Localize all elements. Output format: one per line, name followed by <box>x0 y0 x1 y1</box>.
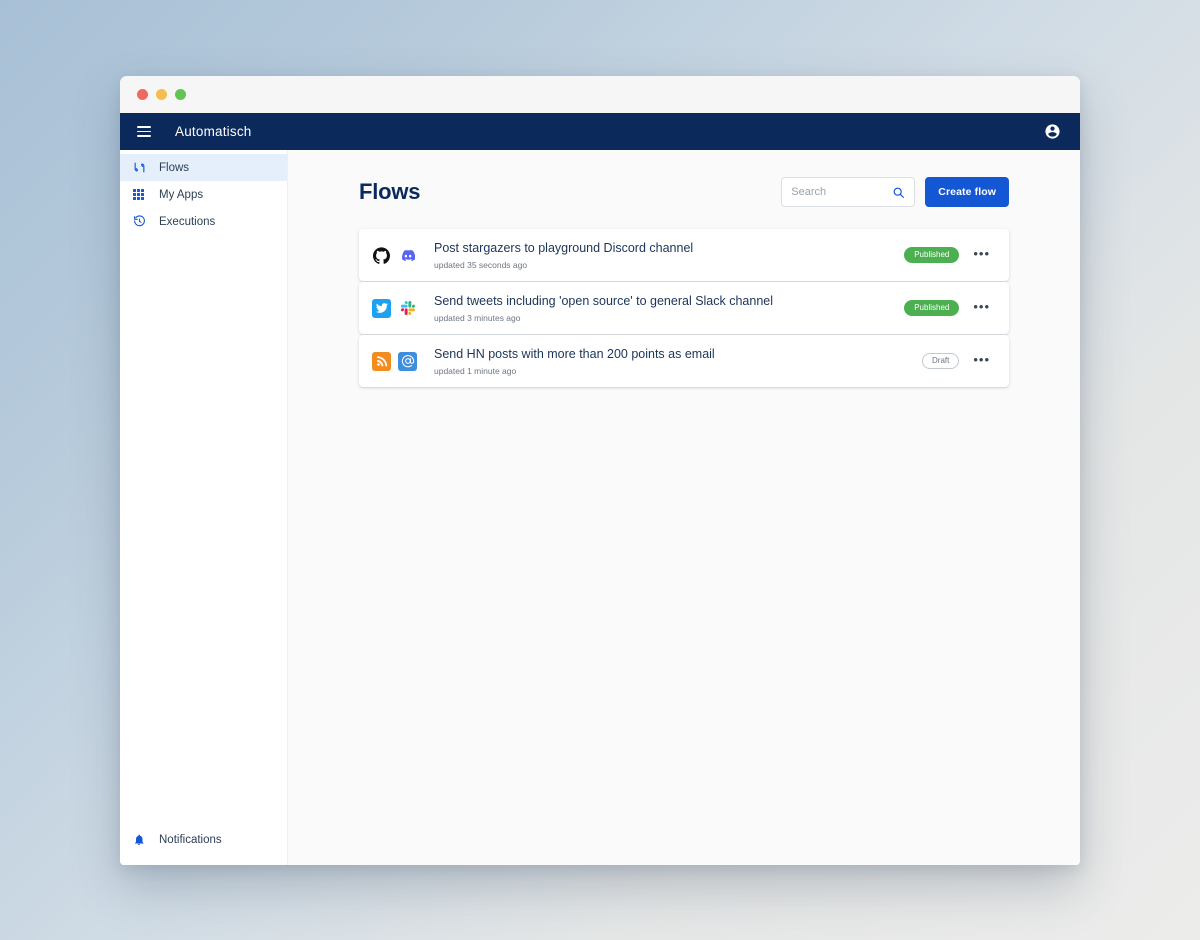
history-clock-icon <box>133 215 151 228</box>
search-input[interactable] <box>791 186 892 198</box>
search-icon[interactable] <box>892 186 905 199</box>
sidebar-nav-list: Flows My Apps <box>120 154 287 826</box>
sidebar-item-label: Executions <box>159 216 215 228</box>
main-content: Flows Create flow <box>288 150 1080 865</box>
status-badge: Draft <box>922 353 959 370</box>
app-title: Automatisch <box>175 124 251 139</box>
search-box[interactable] <box>781 177 915 207</box>
window-minimize-button[interactable] <box>156 89 167 100</box>
more-options-icon[interactable]: ••• <box>973 300 990 317</box>
create-flow-button[interactable]: Create flow <box>925 177 1009 207</box>
flow-text-block: Send HN posts with more than 200 points … <box>434 346 922 376</box>
window-titlebar <box>120 76 1080 113</box>
sidebar-item-label: Notifications <box>159 834 222 846</box>
app-window: Automatisch <box>120 76 1080 865</box>
flow-list-item[interactable]: Send tweets including 'open source' to g… <box>359 282 1009 334</box>
flow-updated-time: updated 1 minute ago <box>434 366 922 376</box>
discord-icon <box>398 246 417 265</box>
sidebar-item-my-apps[interactable]: My Apps <box>120 181 287 208</box>
flow-list: Post stargazers to playground Discord ch… <box>359 229 1009 387</box>
more-options-icon[interactable]: ••• <box>973 247 990 264</box>
app-body: Flows My Apps <box>120 150 1080 865</box>
sidebar-item-label: Flows <box>159 162 189 174</box>
bell-icon <box>133 834 151 846</box>
sidebar-bottom-section: Notifications <box>120 826 287 865</box>
hamburger-menu-icon[interactable] <box>133 121 155 143</box>
flow-updated-time: updated 3 minutes ago <box>434 313 904 323</box>
app-top-bar: Automatisch <box>120 113 1080 150</box>
sidebar-item-executions[interactable]: Executions <box>120 208 287 235</box>
sidebar-item-label: My Apps <box>159 189 203 201</box>
flow-name: Send tweets including 'open source' to g… <box>434 293 904 310</box>
github-icon <box>372 246 391 265</box>
flow-name: Send HN posts with more than 200 points … <box>434 346 922 363</box>
status-badge: Published <box>904 247 959 264</box>
flow-app-icons <box>372 246 434 265</box>
flow-name: Post stargazers to playground Discord ch… <box>434 240 904 257</box>
slack-icon <box>398 299 417 318</box>
window-close-button[interactable] <box>137 89 148 100</box>
flows-icon <box>133 161 151 174</box>
twitter-icon <box>372 299 391 318</box>
page-title: Flows <box>359 179 420 205</box>
window-maximize-button[interactable] <box>175 89 186 100</box>
email-at-icon <box>398 352 417 371</box>
sidebar: Flows My Apps <box>120 150 288 865</box>
flow-app-icons <box>372 352 434 371</box>
flow-list-item[interactable]: Send HN posts with more than 200 points … <box>359 335 1009 387</box>
apps-grid-icon <box>133 189 151 200</box>
flow-list-item[interactable]: Post stargazers to playground Discord ch… <box>359 229 1009 281</box>
more-options-icon[interactable]: ••• <box>973 353 990 370</box>
flow-text-block: Send tweets including 'open source' to g… <box>434 293 904 323</box>
sidebar-item-flows[interactable]: Flows <box>120 154 287 181</box>
status-badge: Published <box>904 300 959 317</box>
sidebar-item-notifications[interactable]: Notifications <box>120 826 287 853</box>
page-header: Flows Create flow <box>359 177 1009 207</box>
rss-icon <box>372 352 391 371</box>
flow-app-icons <box>372 299 434 318</box>
flow-text-block: Post stargazers to playground Discord ch… <box>434 240 904 270</box>
flow-updated-time: updated 35 seconds ago <box>434 260 904 270</box>
account-circle-icon[interactable] <box>1044 123 1061 140</box>
main-inner: Flows Create flow <box>359 177 1009 387</box>
